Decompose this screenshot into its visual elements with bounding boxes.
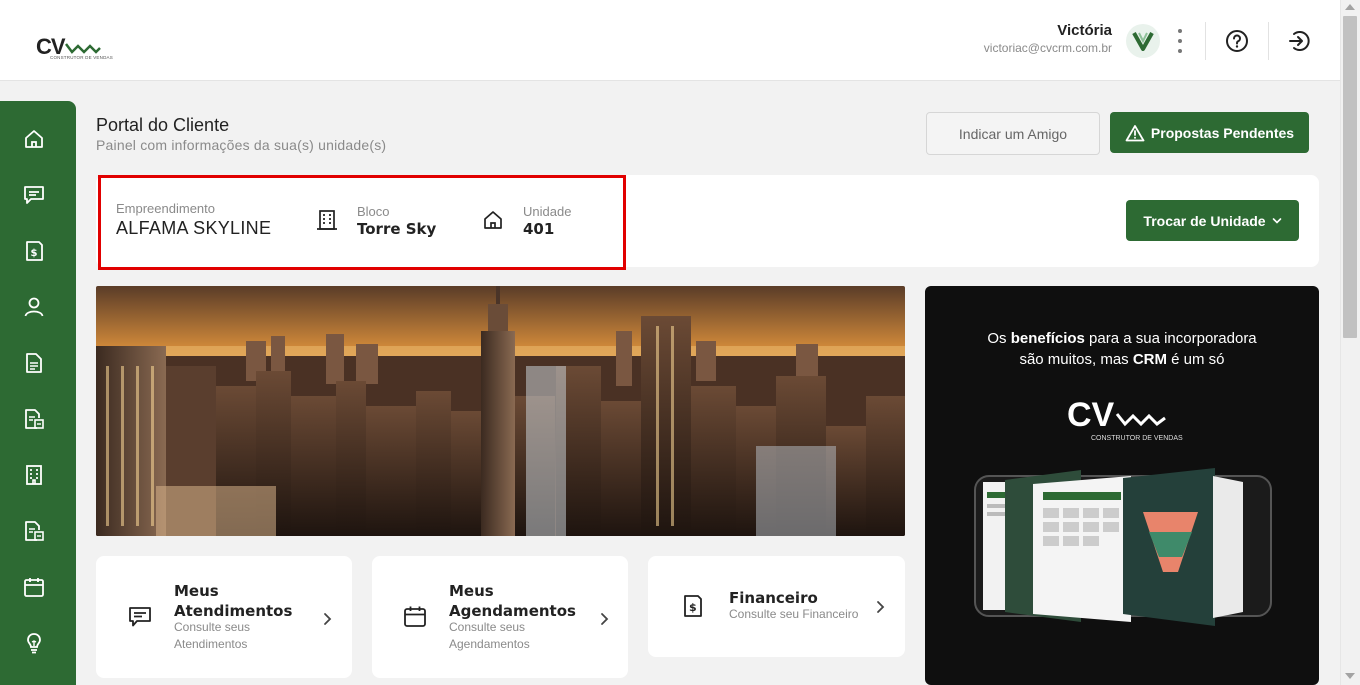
indicar-amigo-button[interactable]: Indicar um Amigo <box>926 112 1100 155</box>
unit-highlight-box <box>98 175 626 270</box>
sidebar-item-financeiro[interactable]: $ <box>20 237 48 265</box>
card-title: Meus Agendamentos <box>449 582 576 620</box>
card-title: Meus Atendimentos <box>174 582 293 620</box>
cv-logo[interactable]: CV CONSTRUTOR DE VENDAS <box>36 32 113 66</box>
city-banner-image <box>96 286 905 536</box>
propostas-label: Propostas Pendentes <box>1150 124 1295 141</box>
sidebar-item-perfil[interactable] <box>20 293 48 321</box>
scrollbar-thumb[interactable] <box>1343 16 1357 338</box>
user-email: victoriac@cvcrm.com.br <box>983 41 1112 55</box>
more-options-icon[interactable] <box>1170 27 1190 55</box>
card-subtitle: Consulte seus Atendimentos <box>174 620 251 651</box>
card-agendamentos[interactable]: Meus Agendamentos Consulte seus Agendame… <box>372 556 628 678</box>
promo-panel[interactable]: Os benefícios para a sua incorporadora s… <box>925 286 1319 685</box>
svg-text:$: $ <box>689 601 697 614</box>
document-search-icon <box>25 521 44 541</box>
divider <box>1205 22 1206 60</box>
sidebar-item-contratos[interactable] <box>20 405 48 433</box>
warning-icon <box>1125 124 1145 141</box>
card-financeiro[interactable]: $ Financeiro Consulte seu Financeiro <box>648 556 905 657</box>
chat-icon <box>129 607 151 627</box>
sidebar-item-propostas[interactable] <box>20 517 48 545</box>
chevron-right-icon <box>601 613 609 625</box>
sidebar-item-home[interactable] <box>20 125 48 153</box>
card-title: Financeiro <box>729 589 818 607</box>
document-icon <box>26 353 42 373</box>
page-subtitle: Painel com informações da sua(s) unidade… <box>96 137 387 153</box>
logo-subtext: CONSTRUTOR DE VENDAS <box>50 55 113 60</box>
user-icon <box>24 297 44 317</box>
sidebar-item-documentos[interactable] <box>20 349 48 377</box>
avatar[interactable] <box>1126 24 1160 58</box>
trocar-unidade-button[interactable]: Trocar de Unidade <box>1126 200 1299 241</box>
calendar-icon <box>24 578 44 597</box>
sidebar-item-atendimentos[interactable] <box>20 181 48 209</box>
user-name: Victória <box>1057 22 1112 39</box>
help-icon[interactable] <box>1224 28 1250 54</box>
chat-icon <box>24 186 44 204</box>
chevron-right-icon <box>324 613 332 625</box>
scroll-up-arrow-icon[interactable] <box>1345 4 1355 10</box>
logout-icon[interactable] <box>1286 28 1312 54</box>
product-screens-image <box>974 468 1272 626</box>
page-title: Portal do Cliente <box>96 115 230 135</box>
sidebar-item-empreendimentos[interactable] <box>20 461 48 489</box>
card-atendimentos[interactable]: Meus Atendimentos Consulte seus Atendime… <box>96 556 352 678</box>
promo-cv-logo: CV CONSTRUTOR DE VENDAS <box>1067 396 1183 442</box>
promo-text: Os benefícios para a sua incorporadora s… <box>987 330 1257 368</box>
building-icon <box>26 465 42 485</box>
divider <box>1268 22 1269 60</box>
svg-text:$: $ <box>31 248 38 259</box>
bulb-icon <box>27 633 41 654</box>
chevron-down-icon <box>1272 217 1281 224</box>
finance-icon: $ <box>26 241 43 261</box>
document-search-icon <box>25 409 44 429</box>
sidebar: $ <box>0 101 76 685</box>
card-subtitle: Consulte seus Agendamentos <box>449 620 530 651</box>
top-bar: CV CONSTRUTOR DE VENDAS Victória victori… <box>0 0 1340 81</box>
finance-icon: $ <box>684 595 702 617</box>
svg-text:CV: CV <box>1067 396 1115 434</box>
sidebar-item-ideias[interactable] <box>20 629 48 657</box>
trocar-unidade-label: Trocar de Unidade <box>1143 212 1266 229</box>
calendar-icon <box>404 606 426 627</box>
scroll-down-arrow-icon[interactable] <box>1345 673 1355 679</box>
sidebar-item-agendamentos[interactable] <box>20 573 48 601</box>
propostas-pendentes-button[interactable]: Propostas Pendentes <box>1110 112 1309 153</box>
chevron-right-icon <box>877 601 885 613</box>
home-icon <box>25 130 43 148</box>
card-subtitle: Consulte seu Financeiro <box>729 607 859 621</box>
svg-text:CONSTRUTOR DE VENDAS: CONSTRUTOR DE VENDAS <box>1091 435 1183 442</box>
